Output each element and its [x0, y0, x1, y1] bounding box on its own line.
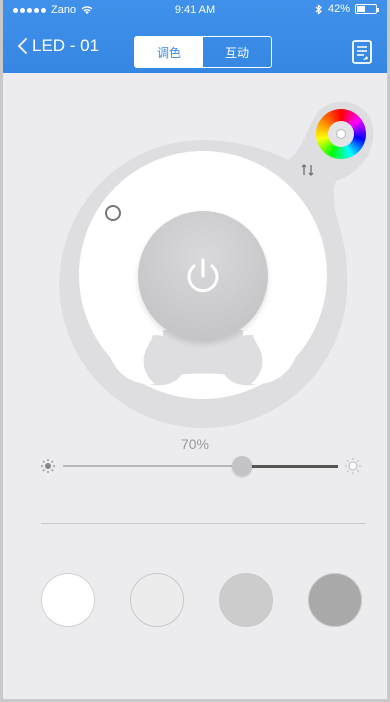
brightness-value: 70% — [180, 436, 210, 452]
power-icon — [187, 258, 219, 293]
brightness-slider-fill — [241, 464, 338, 468]
preset-swatch[interactable] — [130, 573, 184, 627]
sun-bright-icon — [344, 457, 362, 475]
sun-dim-icon — [41, 459, 55, 473]
brightness-slider[interactable] — [63, 464, 338, 468]
app-screen: Zano 9:41 AM 42% LED - 01 调色 互动 70% — [0, 0, 390, 702]
power-button[interactable] — [138, 211, 268, 341]
preset-swatch[interactable] — [308, 573, 362, 627]
preset-swatch[interactable] — [41, 573, 95, 627]
color-picker-handle[interactable] — [105, 205, 121, 221]
swap-arrows-icon[interactable] — [300, 162, 316, 178]
preset-swatch[interactable] — [219, 573, 273, 627]
brightness-slider-thumb[interactable] — [231, 456, 252, 476]
color-wheel-icon[interactable] — [316, 109, 366, 159]
divider — [41, 523, 366, 524]
